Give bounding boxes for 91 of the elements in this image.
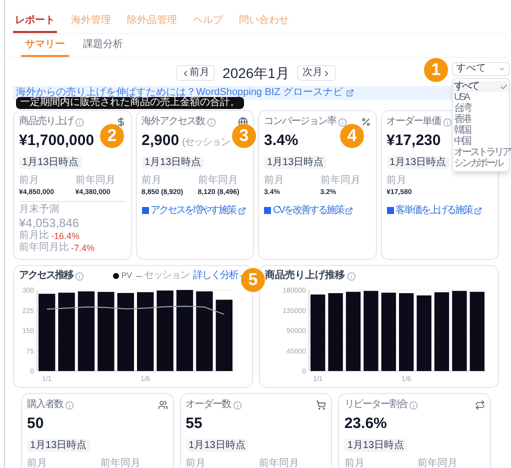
compare-label: 前月: [186, 458, 207, 468]
next-month-button[interactable]: 次月: [297, 65, 336, 81]
people-icon: [158, 400, 168, 410]
metric-value: 55: [186, 416, 202, 432]
chart-title: アクセス推移: [19, 270, 73, 282]
date-badge: 1月13日時点: [142, 156, 204, 169]
date-badge: 1月13日時点: [386, 156, 450, 169]
compare-label: 前年同月: [75, 175, 116, 187]
sub-tab[interactable]: 課題分析: [79, 38, 127, 57]
external-link-icon: [345, 206, 354, 214]
callout-number: 1: [424, 58, 448, 82]
compare-label: 前月: [386, 175, 408, 187]
compare-label: 前月: [264, 175, 285, 187]
info-icon[interactable]: [338, 118, 347, 126]
percent-icon: [360, 117, 370, 127]
dollar-icon: [116, 117, 126, 127]
square-icon: [142, 207, 148, 214]
info-icon[interactable]: [409, 400, 418, 410]
repeat-icon: [475, 400, 486, 410]
dropdown-option[interactable]: 韓国: [453, 125, 509, 136]
forecast-label: 月末予測: [19, 204, 60, 216]
sub-tab[interactable]: サマリー: [21, 38, 69, 57]
square-icon: [264, 207, 271, 214]
dropdown-option[interactable]: USA: [453, 92, 509, 103]
ratio-value: -16.4%: [51, 230, 80, 242]
globe-icon: [238, 117, 248, 127]
tooltip: 一定期間内に販売された商品の売上金額の合計。: [16, 97, 244, 109]
external-link-icon: [238, 206, 246, 214]
compare-label: 前年同月: [259, 458, 300, 468]
dropdown-option[interactable]: オーストラリア: [453, 147, 509, 158]
compare-label: 前月: [27, 458, 48, 468]
compare-label: 前年同月: [100, 458, 142, 468]
tip-link[interactable]: 客単価を上げる施策: [386, 204, 482, 216]
ratio-label: 前月比: [19, 230, 49, 242]
date-badge: 1月13日時点: [344, 439, 408, 452]
compare-label: 前月: [19, 175, 40, 187]
compare-label: 前年同月: [198, 175, 239, 187]
card-title: オーダー単価: [386, 116, 440, 128]
info-icon[interactable]: [442, 118, 452, 126]
dropdown-option[interactable]: すべて: [453, 81, 509, 92]
tip-link[interactable]: アクセスを増やす施策: [142, 204, 246, 216]
card-title: オーダー数: [186, 399, 231, 411]
callout-number: 5: [241, 268, 265, 292]
external-link-icon: [474, 206, 482, 214]
metric-value: ¥17,230: [386, 133, 441, 149]
check-icon: [500, 82, 508, 90]
info-icon[interactable]: [75, 272, 84, 280]
compare-label: 前月: [344, 458, 366, 468]
chart-title: 商品売り上げ推移: [265, 270, 345, 282]
date-badge: 1月13日時点: [264, 156, 327, 169]
dropdown-option[interactable]: シンガポール: [453, 158, 509, 169]
date-badge: 1月13日時点: [186, 439, 248, 452]
card-title: 購入者数: [27, 399, 63, 411]
nav-tab[interactable]: レポート: [13, 14, 57, 33]
dropdown-option[interactable]: 台湾: [453, 103, 509, 114]
legend-label: PV: [121, 270, 132, 282]
forecast-value: ¥4,053,846: [19, 216, 80, 230]
dropdown-option[interactable]: 香港: [453, 114, 509, 125]
metric-value: 50: [27, 416, 44, 432]
metric-value: ¥1,700,000: [19, 133, 94, 149]
prev-month-button[interactable]: 前月: [176, 65, 215, 81]
info-icon[interactable]: [206, 118, 216, 126]
metric-value: 3.4%: [264, 133, 298, 149]
ratio-value: -7.4%: [71, 242, 95, 254]
metric-sub: (セッション: [182, 137, 230, 149]
ratio-label: 前年同月比: [19, 242, 69, 254]
dropdown-option[interactable]: 中国: [453, 136, 509, 147]
card-title: 商品売り上げ: [19, 116, 73, 128]
external-link-icon: [346, 89, 354, 97]
square-icon: [386, 207, 394, 214]
compare-label: 前月: [142, 175, 162, 187]
compare-label: 前年同月: [320, 175, 362, 187]
date-badge: 1月13日時点: [27, 439, 90, 452]
tip-link[interactable]: CVを改善する施策: [264, 204, 354, 216]
card-title: コンバージョン率: [264, 116, 336, 128]
metric-value: 23.6%: [344, 416, 387, 432]
current-month: 2026年1月: [222, 64, 290, 82]
info-icon[interactable]: [75, 118, 84, 126]
info-icon[interactable]: [232, 400, 242, 410]
card-title: リピーター割合: [344, 399, 408, 411]
chevron-down-icon: [498, 65, 506, 73]
info-icon[interactable]: [65, 400, 74, 410]
region-select[interactable]: すべて: [452, 62, 510, 76]
info-icon[interactable]: [347, 272, 356, 280]
card-title: 海外アクセス数: [142, 116, 204, 128]
chart-bar: [216, 300, 232, 371]
cart-icon: [316, 400, 326, 410]
compare-label: 前年同月: [418, 458, 459, 468]
date-badge: 1月13日時点: [19, 156, 82, 169]
metric-value: 2,900: [142, 133, 180, 149]
legend-label: セッション: [144, 270, 189, 282]
